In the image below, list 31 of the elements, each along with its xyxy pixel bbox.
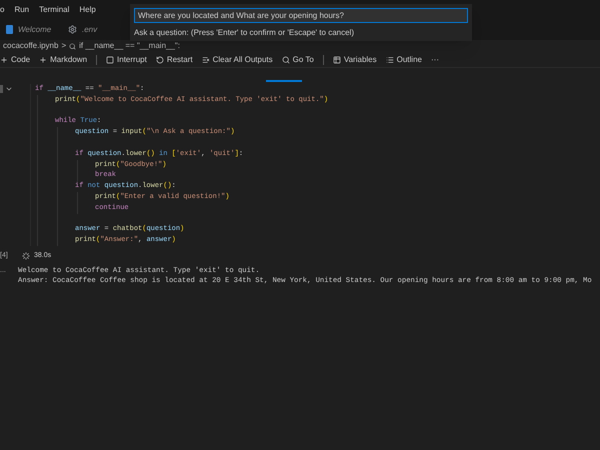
breadcrumb-file[interactable]: cocacoffe.ipynb — [3, 40, 58, 52]
toolbar-button[interactable]: Clear All Outputs — [202, 56, 273, 64]
toolbar-button[interactable]: Code — [0, 56, 30, 64]
editor-tab[interactable]: .env — [62, 19, 124, 40]
search-icon — [282, 56, 290, 64]
breadcrumb-separator: > — [61, 40, 66, 52]
toolbar-button[interactable]: Markdown — [39, 56, 88, 64]
input-prompt: Ask a question: (Press 'Enter' to confirm or 'Escape' to cancel) — [134, 27, 355, 39]
menu-item[interactable]: Help — [79, 4, 96, 16]
clear-list-icon — [202, 56, 210, 64]
settings-icon — [68, 25, 77, 34]
toolbar-button[interactable]: Interrupt — [106, 56, 147, 64]
stop-icon — [106, 56, 114, 64]
question-input[interactable]: Where are you located and What are your opening hours? — [134, 8, 468, 23]
toolbar-button[interactable]: Restart — [156, 56, 193, 64]
collapse-icon[interactable] — [5, 85, 13, 93]
spinner-icon — [22, 252, 30, 260]
editor-tab[interactable]: Welcome — [0, 19, 62, 40]
plus-icon — [39, 56, 48, 64]
menu-item[interactable]: Terminal — [39, 4, 70, 16]
table-icon — [332, 56, 341, 64]
plus-icon — [0, 56, 8, 64]
list-icon — [386, 56, 394, 64]
toolbar-button[interactable]: ··· — [430, 56, 439, 64]
menu-item[interactable]: Run — [14, 4, 30, 16]
restart-icon — [156, 56, 164, 64]
toolbar-button[interactable]: Go To — [282, 56, 314, 64]
menu-item[interactable]: o — [0, 4, 4, 16]
toolbar-button[interactable]: Variables — [332, 56, 377, 64]
breadcrumb-symbol[interactable]: if __name__ == "__main__": — [79, 40, 180, 52]
toolbar-button[interactable]: Outline — [386, 56, 422, 64]
